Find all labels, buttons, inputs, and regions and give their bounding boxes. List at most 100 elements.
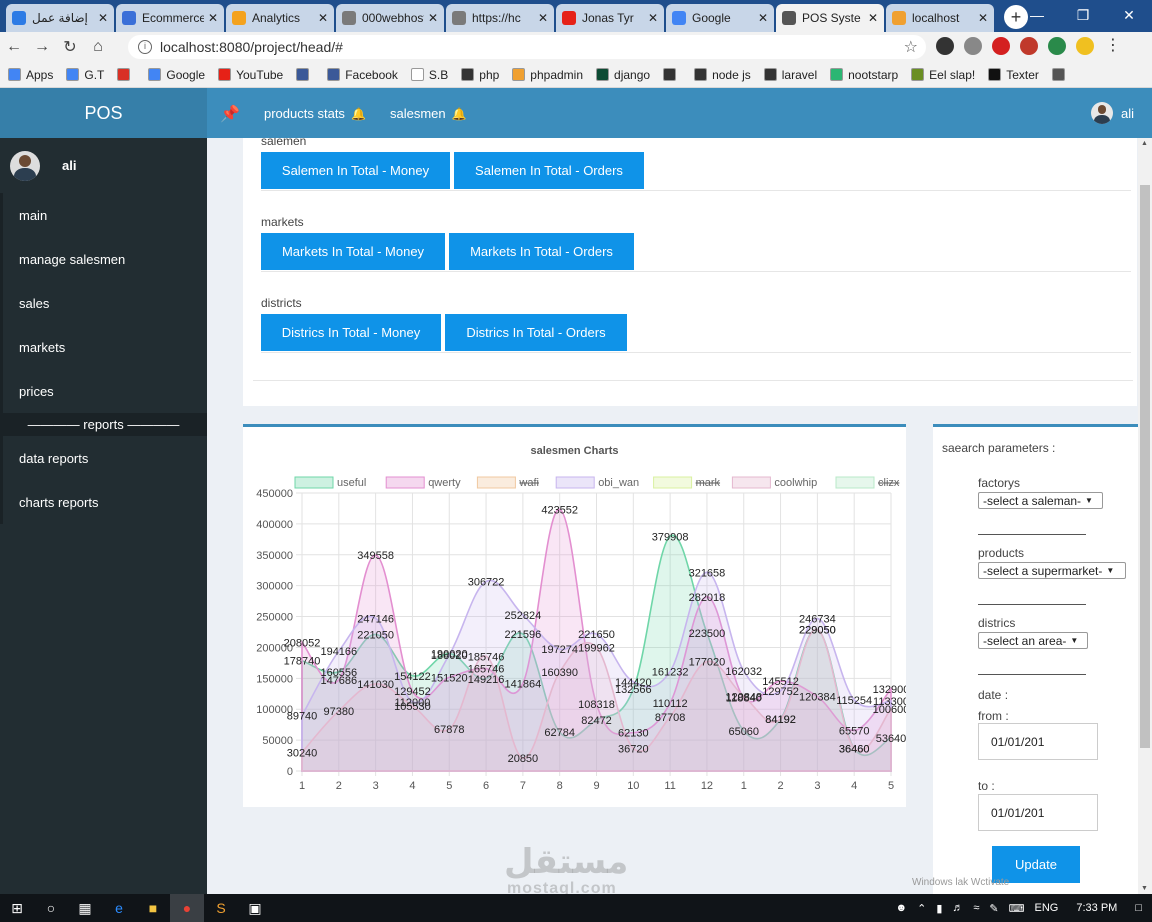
user-name: ali xyxy=(1120,105,1134,121)
sidebar-item-data-reports[interactable]: data reports xyxy=(0,436,207,480)
browser-tab[interactable]: Ecommerce ✕ xyxy=(116,4,224,32)
tab-close-icon[interactable]: ✕ xyxy=(868,11,878,25)
bookmark-item[interactable]: phpadmin xyxy=(512,68,583,82)
windows-start-icon[interactable]: ⊞ xyxy=(0,894,34,922)
battery-icon[interactable]: ▮ xyxy=(936,902,942,915)
moon-extension-icon[interactable] xyxy=(936,37,954,55)
sidebar-item-main[interactable]: main xyxy=(0,193,207,237)
people-icon[interactable]: ☻ xyxy=(896,902,908,914)
pen-icon[interactable]: ✎ xyxy=(989,902,998,915)
bookmark-item[interactable]: G.T xyxy=(66,68,104,82)
tab-close-icon[interactable]: ✕ xyxy=(208,11,218,25)
sublime-text-icon[interactable]: S xyxy=(204,894,238,922)
districs-total-money-button[interactable]: Districs In Total - Money xyxy=(261,314,441,351)
forward-arrow-icon[interactable]: → xyxy=(28,38,56,56)
chrome-browser-icon[interactable]: ● xyxy=(170,894,204,922)
notifications-icon[interactable]: □ xyxy=(1135,902,1142,914)
to-date-input[interactable]: 01/01/201 xyxy=(978,794,1098,831)
bookmark-item[interactable] xyxy=(663,68,681,81)
districs-total-orders-button[interactable]: Districs In Total - Orders xyxy=(445,314,627,351)
wifi-icon[interactable]: ≈ xyxy=(973,902,979,914)
user-menu[interactable]: ali xyxy=(1090,102,1134,124)
language-indicator[interactable]: ENG xyxy=(1035,902,1059,914)
profile-avatar-icon[interactable] xyxy=(1076,37,1094,55)
bookmark-item[interactable]: Texter xyxy=(988,68,1039,82)
tab-close-icon[interactable]: ✕ xyxy=(538,11,548,25)
tab-title: إضافة عمل xyxy=(32,11,88,25)
edge-browser-icon[interactable]: e xyxy=(102,894,136,922)
markets-total-money-button[interactable]: Markets In Total - Money xyxy=(261,233,445,270)
extension-icon[interactable] xyxy=(1048,37,1066,55)
browser-tab[interactable]: Google ✕ xyxy=(666,4,774,32)
extension-icon[interactable] xyxy=(964,37,982,55)
back-arrow-icon[interactable]: ← xyxy=(0,38,28,56)
bookmark-star-icon[interactable]: ☆ xyxy=(904,37,918,57)
tab-close-icon[interactable]: ✕ xyxy=(648,11,658,25)
reload-icon[interactable]: ↻ xyxy=(56,37,84,57)
minimize-icon[interactable]: — xyxy=(1014,0,1060,30)
from-date-input[interactable]: 01/01/201 xyxy=(978,723,1098,760)
bookmark-item[interactable]: Eel slap! xyxy=(911,68,975,82)
bookmark-item[interactable]: laravel xyxy=(763,68,817,82)
home-icon[interactable]: ⌂ xyxy=(84,38,112,56)
nav-salesmen[interactable]: salesmen 🔔 xyxy=(390,106,467,121)
sidebar-item-charts-reports[interactable]: charts reports xyxy=(0,480,207,524)
pin-icon[interactable]: 📌 xyxy=(220,104,240,124)
url-input[interactable]: i localhost:8080/project/head/# ☆ xyxy=(128,35,926,59)
bookmark-item[interactable]: node js xyxy=(694,68,751,82)
clock[interactable]: 7:33 PM xyxy=(1076,902,1117,914)
markets-total-orders-button[interactable]: Markets In Total - Orders xyxy=(449,233,634,270)
info-icon[interactable]: i xyxy=(138,40,152,54)
browser-tab[interactable]: Jonas Tyr ✕ xyxy=(556,4,664,32)
restore-icon[interactable]: ❐ xyxy=(1060,0,1106,30)
salemen-total-orders-button[interactable]: Salemen In Total - Orders xyxy=(454,152,644,189)
keyboard-icon[interactable]: ⌨ xyxy=(1009,902,1025,915)
bookmark-item[interactable]: Google xyxy=(148,68,205,82)
search-circle-icon[interactable]: ○ xyxy=(34,894,68,922)
file-explorer-icon[interactable]: ■ xyxy=(136,894,170,922)
browser-tab[interactable]: https://hc ✕ xyxy=(446,4,554,32)
tab-close-icon[interactable]: ✕ xyxy=(318,11,328,25)
sidebar-item-markets[interactable]: markets xyxy=(0,325,207,369)
browser-tab[interactable]: localhost ✕ xyxy=(886,4,994,32)
volume-icon[interactable]: ♬ xyxy=(952,902,963,914)
bookmark-item[interactable] xyxy=(1051,68,1070,81)
districs-select[interactable]: -select an area- ▼ xyxy=(978,632,1088,649)
browser-tab[interactable]: 000webhost ✕ xyxy=(336,4,444,32)
bookmark-item[interactable]: nootstarp xyxy=(830,68,898,82)
chevron-up-icon[interactable]: ⌃ xyxy=(917,902,926,915)
nav-products-stats[interactable]: products stats 🔔 xyxy=(264,106,366,121)
bookmark-item[interactable]: php xyxy=(461,68,499,82)
adblock-extension-icon[interactable] xyxy=(992,37,1010,55)
browser-tab[interactable]: POS Syste ✕ xyxy=(776,4,884,32)
scroll-down-icon[interactable]: ▼ xyxy=(1141,885,1148,892)
tab-close-icon[interactable]: ✕ xyxy=(758,11,768,25)
sidebar-item-sales[interactable]: sales xyxy=(0,281,207,325)
task-view-icon[interactable]: ▦ xyxy=(68,894,102,922)
bookmark-item[interactable] xyxy=(296,68,314,81)
bookmark-item[interactable]: YouTube xyxy=(218,68,283,82)
browser-tab[interactable]: Analytics ✕ xyxy=(226,4,334,32)
tab-close-icon[interactable]: ✕ xyxy=(98,11,108,25)
brand-logo[interactable]: POS xyxy=(0,88,207,138)
close-window-icon[interactable]: ✕ xyxy=(1106,0,1152,30)
scrollbar-thumb[interactable] xyxy=(1140,185,1150,748)
browser-tab[interactable]: إضافة عمل ✕ xyxy=(6,4,114,32)
factorys-select[interactable]: -select a saleman- ▼ xyxy=(978,492,1103,509)
page-scrollbar[interactable]: ▲ ▼ xyxy=(1138,138,1152,894)
sidebar-item-manage-salesmen[interactable]: manage salesmen xyxy=(0,237,207,281)
bookmark-item[interactable]: Facebook xyxy=(327,68,398,82)
tab-close-icon[interactable]: ✕ xyxy=(428,11,438,25)
bookmark-item[interactable]: S.B xyxy=(410,68,448,82)
sidebar-item-prices[interactable]: prices xyxy=(0,369,207,413)
tab-close-icon[interactable]: ✕ xyxy=(978,11,988,25)
abp-extension-icon[interactable] xyxy=(1020,37,1038,55)
photos-icon[interactable]: ▣ xyxy=(238,894,272,922)
bookmark-item[interactable] xyxy=(117,68,135,81)
salemen-total-money-button[interactable]: Salemen In Total - Money xyxy=(261,152,450,189)
menu-dots-icon[interactable]: ⋮ xyxy=(1104,37,1122,55)
products-select[interactable]: -select a supermarket- ▼ xyxy=(978,562,1126,579)
bookmark-item[interactable]: django xyxy=(596,68,650,82)
bookmark-item[interactable]: Apps xyxy=(8,68,53,82)
scroll-up-icon[interactable]: ▲ xyxy=(1141,140,1148,147)
